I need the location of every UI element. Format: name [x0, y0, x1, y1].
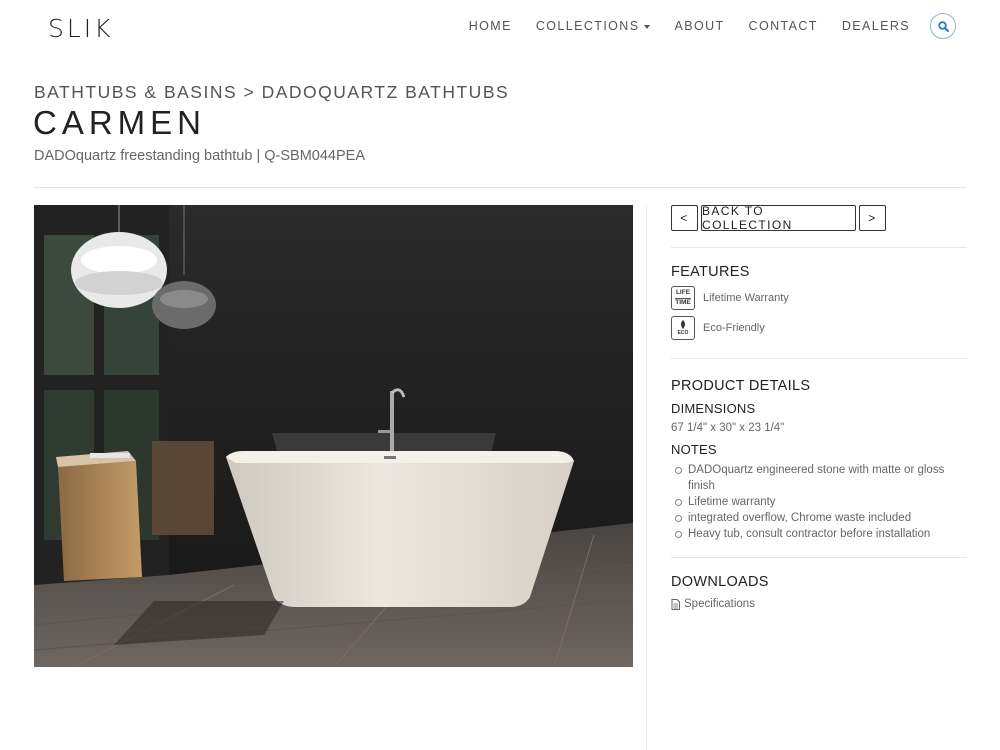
divider: [671, 247, 967, 248]
column-divider: [646, 205, 647, 750]
page-title: CARMEN: [33, 104, 207, 141]
lifetime-icon-text: LIFE: [675, 289, 691, 296]
notes-heading: NOTES: [671, 442, 717, 457]
nav-contact[interactable]: CONTACT: [749, 19, 818, 33]
feature-item: LIFE TIME Lifetime Warranty: [671, 285, 967, 311]
product-sidebar: < BACK TO COLLECTION > FEATURES LIFE TIM…: [671, 204, 967, 610]
list-item: integrated overflow, Chrome waste includ…: [675, 510, 967, 526]
feature-label: Eco-Friendly: [703, 322, 765, 334]
list-item: Lifetime warranty: [675, 494, 967, 510]
nav-collections-label: COLLECTIONS: [535, 19, 640, 33]
search-icon: [937, 20, 949, 32]
search-button[interactable]: [930, 13, 956, 39]
leaf-icon: [681, 320, 685, 329]
product-image[interactable]: [34, 205, 633, 667]
breadcrumb[interactable]: BATHTUBS & BASINS > DADOQUARTZ BATHTUBS: [34, 82, 509, 103]
collection-nav: < BACK TO COLLECTION >: [671, 204, 967, 232]
nav-home[interactable]: HOME: [469, 19, 512, 33]
specifications-label: Specifications: [684, 598, 755, 610]
prev-product-button[interactable]: <: [671, 205, 698, 231]
divider: [671, 557, 967, 558]
eco-icon: ECO: [671, 316, 695, 340]
feature-item: ECO Eco-Friendly: [671, 315, 967, 341]
features-heading: FEATURES: [671, 264, 750, 280]
nav-collections[interactable]: COLLECTIONS: [536, 19, 651, 33]
lifetime-icon: LIFE TIME: [671, 286, 695, 310]
divider: [671, 358, 967, 359]
nav-dealers[interactable]: DEALERS: [842, 19, 910, 33]
specifications-link[interactable]: Specifications: [671, 598, 967, 610]
site-header: SLIK HOME COLLECTIONS ABOUT CONTACT DEAL…: [0, 0, 1000, 56]
caret-down-icon: [644, 24, 651, 29]
downloads-heading: DOWNLOADS: [671, 574, 769, 590]
divider: [34, 187, 966, 188]
back-to-collection-button[interactable]: BACK TO COLLECTION: [701, 204, 856, 232]
dimensions-value: 67 1/4" x 30" x 23 1/4": [671, 422, 785, 434]
document-icon: [671, 598, 680, 610]
notes-list: DADOquartz engineered stone with matte o…: [675, 462, 967, 542]
next-product-button[interactable]: >: [859, 205, 886, 231]
product-details-heading: PRODUCT DETAILS: [671, 378, 811, 394]
main-nav: HOME COLLECTIONS ABOUT CONTACT DEALERS: [445, 13, 956, 39]
feature-label: Lifetime Warranty: [703, 292, 789, 304]
eco-icon-text: ECO: [677, 330, 689, 336]
logo[interactable]: SLIK: [48, 14, 114, 43]
list-item: DADOquartz engineered stone with matte o…: [675, 462, 967, 494]
nav-about[interactable]: ABOUT: [674, 19, 724, 33]
list-item: Heavy tub, consult contractor before ins…: [675, 526, 967, 542]
lifetime-icon-text: TIME: [675, 297, 691, 306]
dimensions-heading: DIMENSIONS: [671, 401, 756, 416]
product-subtitle: DADOquartz freestanding bathtub | Q-SBM0…: [34, 148, 365, 164]
